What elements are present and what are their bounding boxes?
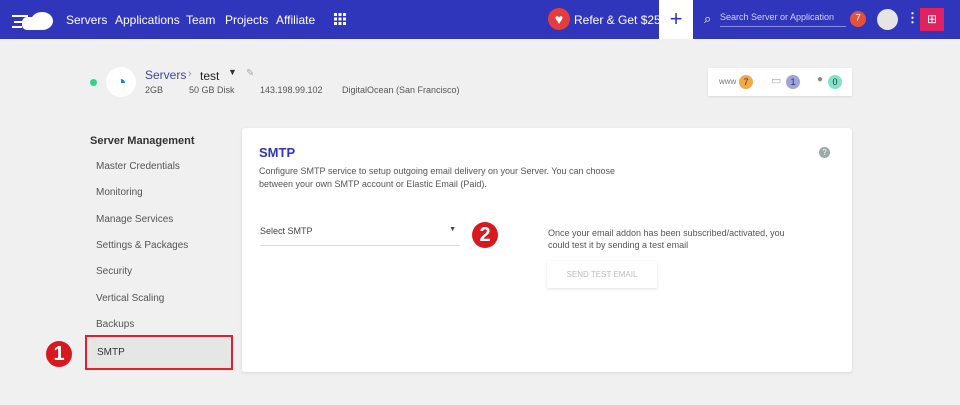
sidebar-item-settings-packages[interactable]: Settings & Packages: [96, 240, 188, 251]
apps-count[interactable]: 7: [739, 75, 753, 89]
server-ip: 143.198.99.102: [260, 85, 323, 95]
heart-icon: ♥: [548, 8, 570, 30]
test-email-info: Once your email addon has been subscribe…: [548, 228, 785, 238]
refer-link[interactable]: Refer & Get $25: [574, 13, 661, 27]
cloudways-logo-icon[interactable]: [12, 9, 54, 31]
top-navbar: Servers Applications Team Projects Affil…: [0, 0, 960, 39]
more-icon[interactable]: ⋮: [906, 10, 919, 26]
sidebar-item-manage-services[interactable]: Manage Services: [96, 214, 173, 225]
search-input[interactable]: Search Server or Application: [720, 12, 846, 27]
notification-badge[interactable]: 7: [850, 11, 866, 27]
smtp-description: Configure SMTP service to setup outgoing…: [259, 166, 616, 176]
folder-icon: ▭: [771, 75, 782, 87]
send-test-email-button[interactable]: SEND TEST EMAIL: [547, 261, 657, 288]
sidebar-item-master-credentials[interactable]: Master Credentials: [96, 161, 180, 172]
server-name: test: [200, 69, 220, 83]
smtp-title: SMTP: [259, 145, 296, 160]
search-icon: ⌕: [704, 11, 712, 26]
add-button[interactable]: +: [659, 0, 693, 39]
annotation-1: 1: [46, 341, 72, 367]
users-count[interactable]: 0: [828, 75, 842, 89]
edit-icon[interactable]: ✎: [246, 68, 254, 79]
chevron-down-icon: ▼: [449, 226, 456, 233]
smtp-select-value: Select SMTP: [260, 226, 313, 236]
nav-servers[interactable]: Servers: [66, 13, 107, 27]
sidebar-title: Server Management: [90, 135, 195, 147]
www-label: www: [719, 77, 737, 86]
smtp-card: SMTP ? Configure SMTP service to setup o…: [242, 128, 852, 372]
user-icon: ●: [817, 74, 824, 85]
folders-count[interactable]: 1: [786, 75, 800, 89]
server-ram: 2GB: [145, 85, 164, 95]
gift-icon[interactable]: ⊞: [920, 8, 944, 31]
breadcrumb-separator: ›: [188, 68, 192, 80]
sidebar-item-security[interactable]: Security: [96, 266, 132, 277]
sidebar-item-backups[interactable]: Backups: [96, 319, 134, 330]
nav-team[interactable]: Team: [186, 13, 215, 27]
annotation-2: 2: [472, 222, 498, 248]
help-icon[interactable]: ?: [819, 147, 830, 158]
smtp-select[interactable]: Select SMTP ▼: [260, 224, 460, 246]
digitalocean-icon: ◔: [106, 67, 136, 97]
avatar[interactable]: [877, 9, 898, 30]
breadcrumb-servers[interactable]: Servers: [145, 68, 186, 82]
sidebar-item-smtp[interactable]: SMTP: [85, 335, 233, 370]
status-dot: [90, 79, 97, 86]
sidebar-item-monitoring[interactable]: Monitoring: [96, 187, 143, 198]
apps-grid-icon[interactable]: [334, 13, 346, 25]
sidebar-item-vertical-scaling[interactable]: Vertical Scaling: [96, 293, 164, 304]
server-dropdown-icon[interactable]: ▼: [228, 67, 237, 77]
server-disk: 50 GB Disk: [189, 85, 235, 95]
nav-applications[interactable]: Applications: [115, 13, 180, 27]
server-stats: www 7 ▭ 1 ● 0: [708, 68, 852, 96]
test-email-info-2: could test it by sending a test email: [548, 240, 689, 250]
server-provider: DigitalOcean (San Francisco): [342, 85, 460, 95]
nav-affiliate[interactable]: Affiliate: [276, 13, 315, 27]
smtp-description-2: between your own SMTP account or Elastic…: [259, 179, 487, 189]
nav-projects[interactable]: Projects: [225, 13, 268, 27]
